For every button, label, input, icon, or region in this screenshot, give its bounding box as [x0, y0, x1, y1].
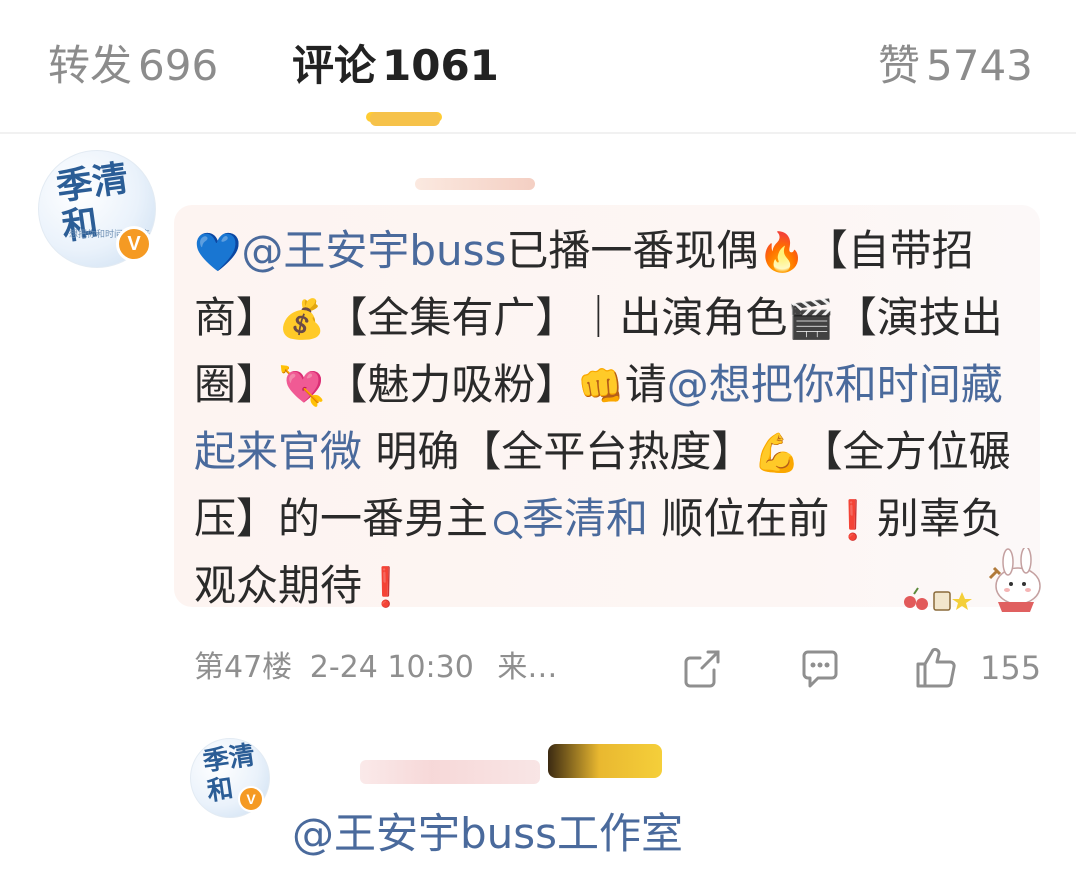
verified-badge: V: [116, 226, 152, 262]
search-link-text: 季清和: [522, 494, 649, 543]
comment-text-part: 顺位在前: [648, 494, 830, 543]
tab-repost-label: 转发: [48, 41, 133, 90]
timestamp: 2-24 10:30: [309, 650, 474, 685]
header-divider: [0, 132, 1076, 134]
username-blurred[interactable]: [415, 178, 535, 190]
comment-text-part: 【全集有广】｜出演角色: [325, 293, 788, 342]
comment-text-part: 明确【全平台热度】: [362, 427, 754, 476]
tab-comments-label: 评论: [292, 41, 377, 90]
flexed-arm-icon: 💪: [753, 431, 801, 475]
comment-text-part: 【魅力吸粉】: [325, 360, 578, 409]
tab-comments[interactable]: 评论 1061: [292, 38, 499, 94]
comment-meta: 第47楼 2-24 10:30 来…: [194, 646, 557, 690]
comment-text-part: 请: [624, 360, 667, 409]
reply-verified-badge: V: [238, 786, 264, 812]
exclamation-icon: ❗: [829, 498, 877, 542]
tab-repost-count: 696: [138, 41, 219, 90]
search-link[interactable]: 季清和: [488, 494, 648, 543]
clapper-board-icon: 🎬: [787, 297, 835, 341]
username-badge-blurred: [370, 112, 440, 126]
comment-icon[interactable]: [796, 644, 844, 692]
like-count: 155: [980, 649, 1042, 687]
tab-likes[interactable]: 赞 5743: [878, 38, 1033, 94]
tab-likes-label: 赞: [878, 41, 921, 90]
comment-tabs: 转发 696 评论 1061 赞 5743: [0, 0, 1076, 132]
reply-username-blurred[interactable]: [360, 760, 540, 784]
search-icon: [494, 511, 519, 535]
fire-icon: 🔥: [758, 230, 806, 274]
tab-likes-count: 5743: [926, 41, 1033, 90]
fist-icon: 👊: [577, 364, 625, 408]
blue-heart-icon: 💙: [194, 230, 242, 274]
money-bag-icon: 💰: [278, 297, 326, 341]
comment-text-part: 已播一番现偶: [506, 226, 759, 275]
exclamation-icon: ❗: [362, 565, 410, 609]
tab-comments-count: 1061: [382, 41, 499, 90]
reply-text[interactable]: @王安宇buss工作室: [292, 806, 683, 862]
tab-repost[interactable]: 转发 696: [48, 38, 218, 94]
heart-arrow-icon: 💘: [278, 364, 326, 408]
share-icon[interactable]: [678, 644, 726, 692]
mention-link[interactable]: @王安宇buss: [241, 226, 506, 275]
source-text: 来…: [497, 650, 558, 685]
bunny-sticker-icon: [904, 548, 1041, 612]
thumbs-up-icon[interactable]: [912, 644, 960, 692]
floor-number: 第47楼: [194, 650, 293, 685]
reply-member-badge: [548, 744, 662, 778]
